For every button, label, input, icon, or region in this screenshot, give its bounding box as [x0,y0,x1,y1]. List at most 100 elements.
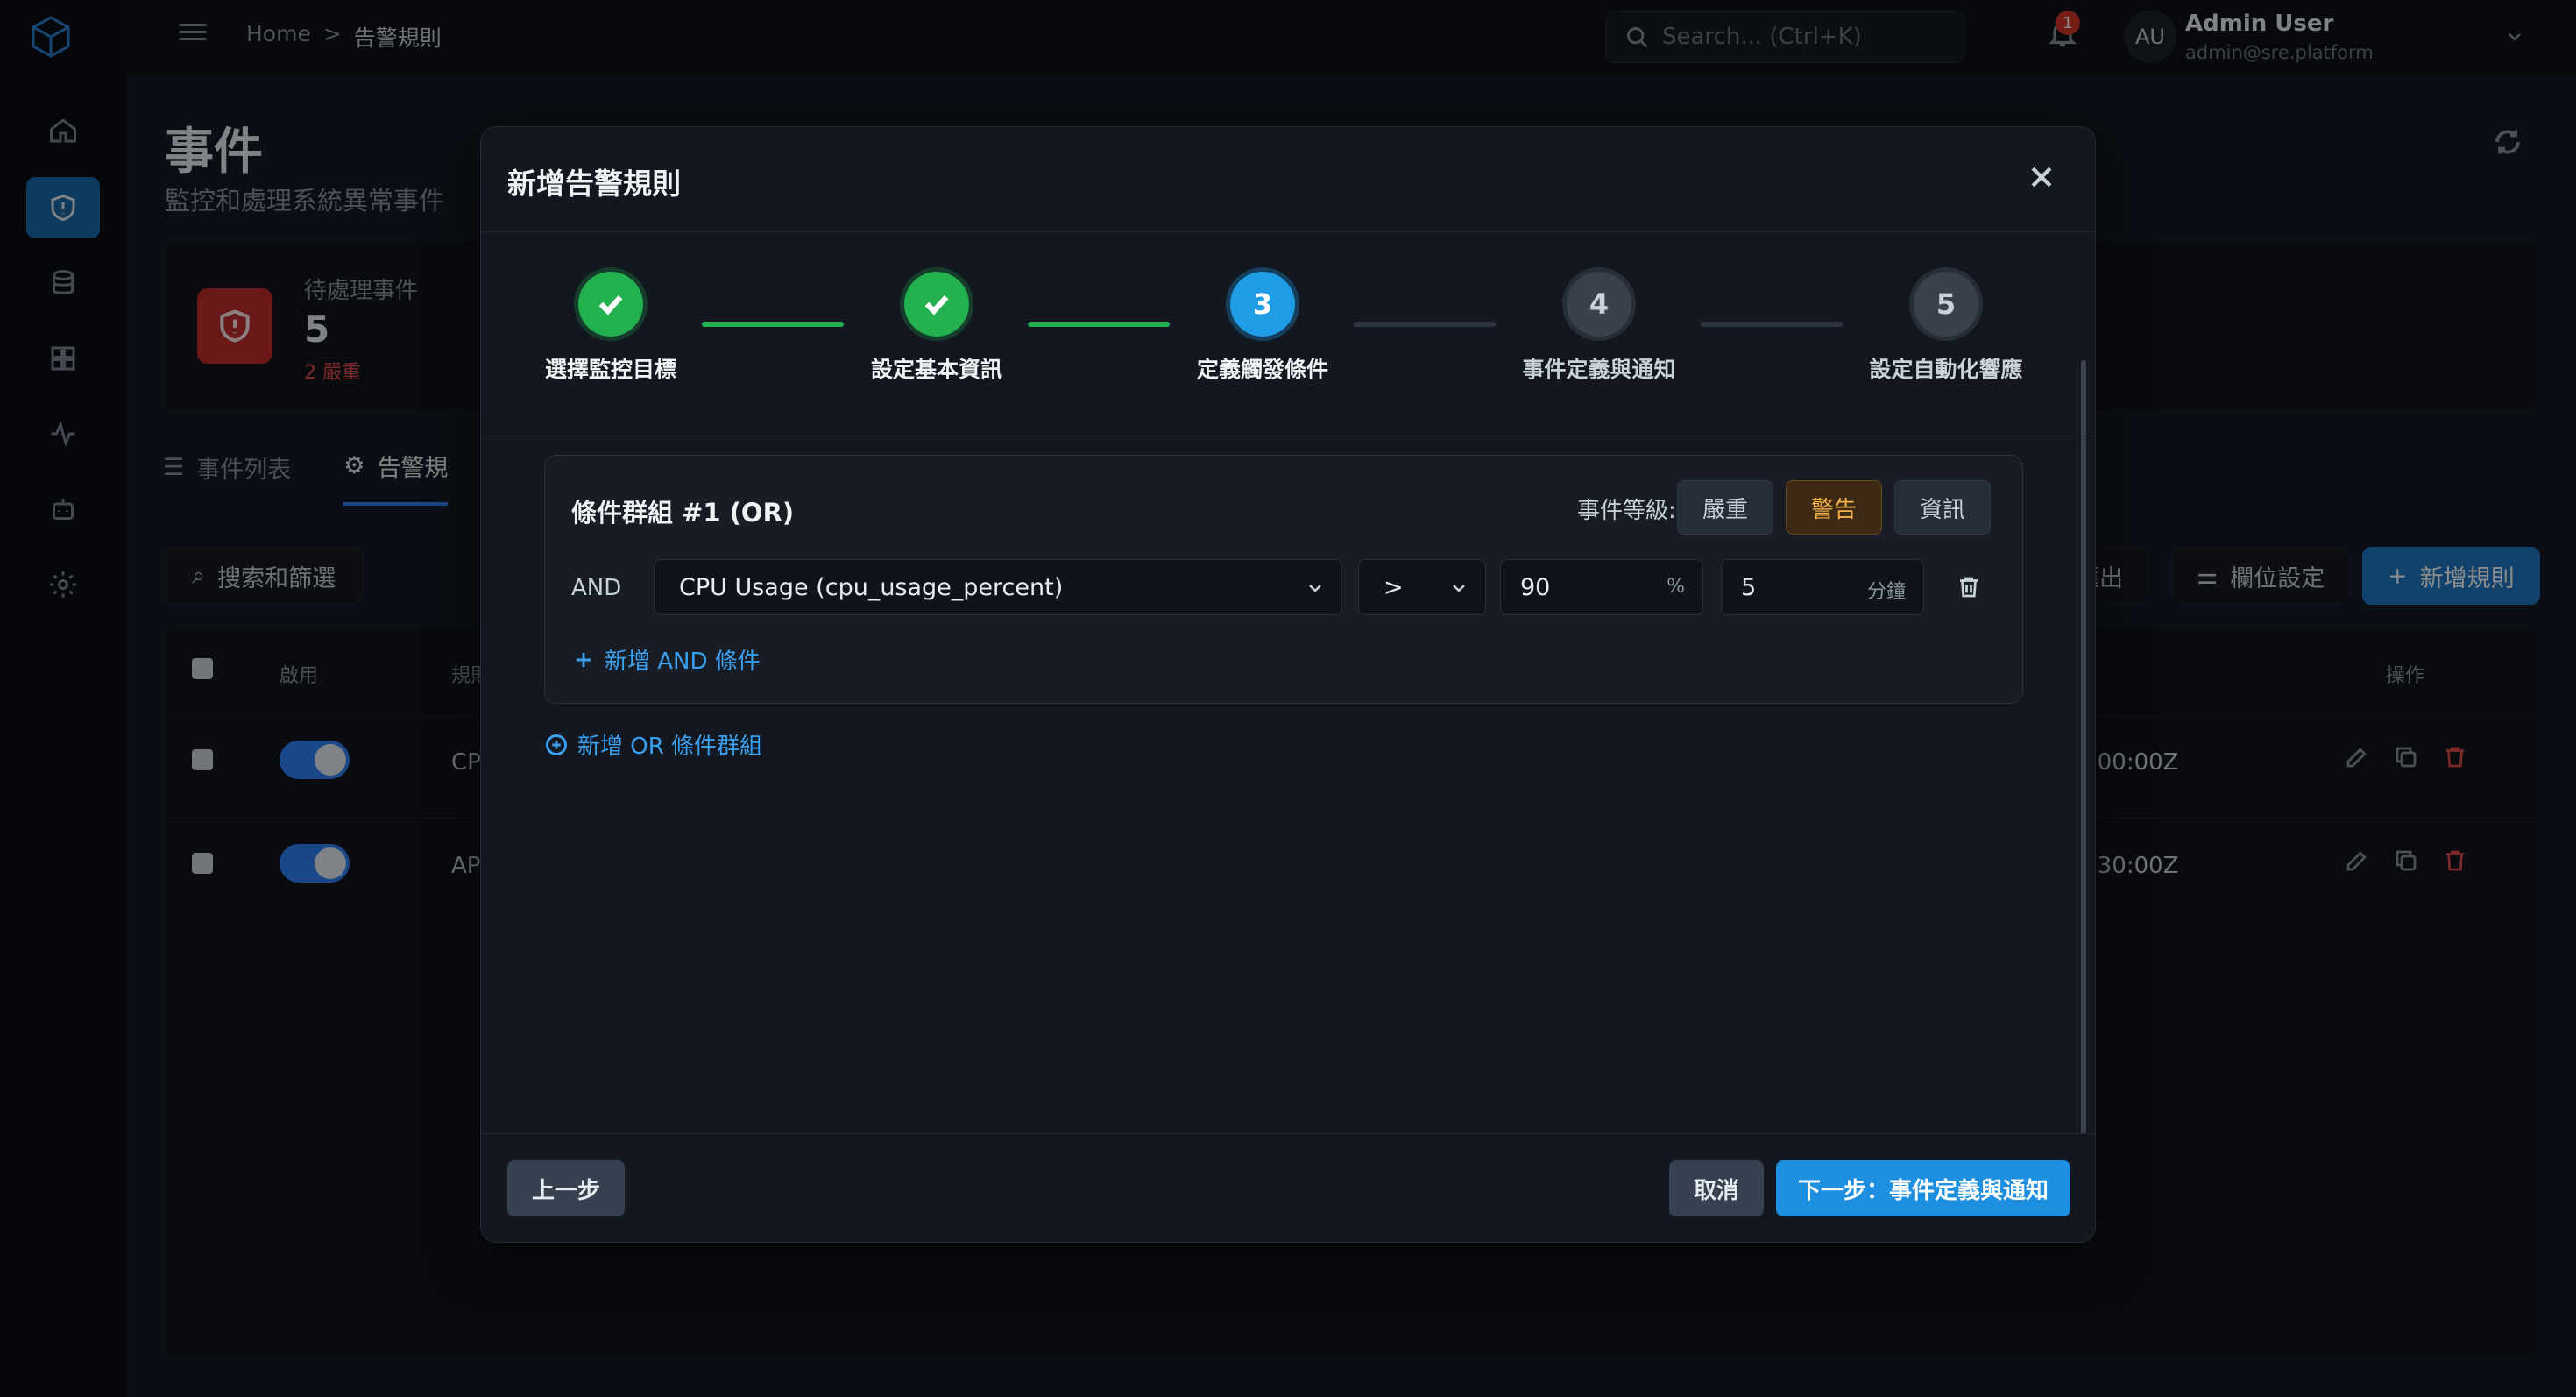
sidebar-database-icon[interactable] [26,252,100,314]
copy-icon[interactable] [2393,847,2419,874]
step-5[interactable]: 5 設定自動化響應 [1841,272,2051,384]
edit-icon[interactable] [2344,744,2370,770]
tab-incident-list[interactable]: ☰ 事件列表 [163,449,291,506]
add-or-label: 新增 OR 條件群組 [577,734,763,760]
sidebar-bot-icon[interactable] [26,479,100,540]
operator-value: > [1384,573,1404,601]
page-tabs: ☰ 事件列表 ⚙ 告警規 [163,449,449,506]
close-icon[interactable] [2027,162,2056,192]
breadcrumb-current: 告警規則 [353,25,442,51]
step-4[interactable]: 4 事件定義與通知 [1494,272,1704,384]
shield-alert-icon [197,288,272,364]
operator-select[interactable]: > [1358,559,1486,615]
check-icon [578,272,643,337]
severity-warning-button[interactable]: 警告 [1786,480,1882,535]
step-2[interactable]: 設定基本資訊 [832,272,1042,384]
delete-icon[interactable] [2442,847,2468,874]
cube-logo-icon[interactable] [26,12,75,61]
page-title: 事件 [165,124,263,181]
chevron-down-icon [1453,585,1465,592]
threshold-unit: % [1667,576,1685,598]
tab-label: 事件列表 [196,457,292,484]
row-checkbox[interactable] [192,749,213,770]
plus-icon: + [2388,562,2408,590]
user-email: admin@sre.platform [2185,42,2374,63]
select-all-checkbox[interactable] [192,658,213,679]
avatar[interactable]: AU [2124,11,2176,63]
rule-time: :00:00Z [2090,749,2179,776]
sidebar-home-icon[interactable] [26,100,100,161]
delete-icon[interactable] [2442,744,2468,770]
prev-step-button[interactable]: 上一步 [507,1160,625,1216]
list-icon: ☰ [163,454,185,481]
rule-name[interactable]: AP [451,853,480,879]
edit-icon[interactable] [2344,847,2370,874]
sidebar-activity-icon[interactable] [26,403,100,464]
threshold-value: 90 [1520,573,1551,601]
chevron-down-icon[interactable] [2504,26,2525,47]
col-actions: 操作 [2386,665,2425,687]
notification-badge: 1 [2056,11,2080,35]
copy-icon[interactable] [2393,744,2419,770]
refresh-icon[interactable] [2492,126,2523,158]
step-number: 4 [1567,272,1631,337]
step-label: 定義觸發條件 [1196,357,1328,382]
add-alert-rule-modal: 新增告警規則 選擇監控目標 設定基本資訊 3 定義觸發條件 4 事件定義與通知 … [480,126,2096,1243]
breadcrumb-home[interactable]: Home [246,21,311,53]
add-and-condition-button[interactable]: 新增 AND 條件 [571,643,761,676]
user-name: Admin User [2185,11,2334,37]
add-rule-button[interactable]: + 新增規則 [2362,547,2540,605]
threshold-input[interactable]: 90 % [1500,559,1703,615]
sliders-icon: ⚌ [2197,562,2219,590]
duration-input[interactable]: 5 分鐘 [1721,559,1924,615]
trash-icon[interactable] [1956,573,1982,601]
sidebar-dashboard-icon[interactable] [26,328,100,389]
step-label: 設定基本資訊 [870,357,1002,382]
search-input[interactable]: Search... (Ctrl+K) [1605,11,1964,63]
plus-circle-icon [546,734,567,755]
add-and-label: 新增 AND 條件 [605,649,761,675]
tab-alert-rules[interactable]: ⚙ 告警規 [343,449,449,506]
menu-icon[interactable] [179,19,207,46]
step-label: 選擇監控目標 [544,357,676,382]
modal-footer: 上一步 取消 下一步：事件定義與通知 [481,1133,2095,1242]
next-step-button[interactable]: 下一步：事件定義與通知 [1776,1160,2070,1216]
logic-label: AND [571,575,622,601]
step-3[interactable]: 3 定義觸發條件 [1157,272,1368,384]
severity-label: 事件等級: [1577,498,1676,524]
column-settings-button[interactable]: ⚌ 欄位設定 [2171,547,2351,605]
metric-select[interactable]: CPU Usage (cpu_usage_percent) [654,559,1342,615]
stat-sub: 2 嚴重 [304,362,361,384]
row-checkbox[interactable] [192,853,213,874]
rule-name[interactable]: CP [451,749,481,776]
search-icon: ⌕ [192,562,206,589]
step-connector [1354,322,1496,327]
sidebar-settings-icon[interactable] [26,554,100,615]
enable-toggle[interactable] [280,844,350,883]
modal-scrollbar[interactable] [2081,360,2086,1188]
page-subtitle: 監控和處理系統異常事件 [165,186,445,216]
topbar: Home > 告警規則 Search... (Ctrl+K) 1 AU Admi… [128,0,2576,75]
stat-label: 待處理事件 [304,278,419,304]
step-connector [1028,322,1170,327]
enable-toggle[interactable] [280,741,350,779]
severity-critical-button[interactable]: 嚴重 [1677,480,1773,535]
cancel-button[interactable]: 取消 [1669,1160,1764,1216]
step-connector [1701,322,1843,327]
add-or-group-button[interactable]: 新增 OR 條件群組 [544,728,762,761]
search-placeholder: Search... (Ctrl+K) [1662,24,1862,50]
column-settings-label: 欄位設定 [2230,564,2325,592]
step-connector [702,322,844,327]
duration-unit: 分鐘 [1866,581,1906,603]
search-icon [1627,27,1648,48]
step-number: 5 [1914,272,1978,337]
step-1[interactable]: 選擇監控目標 [506,272,716,384]
duration-value: 5 [1741,573,1757,601]
step-number: 3 [1230,272,1295,337]
sidebar-incidents-icon[interactable] [26,177,100,238]
wizard-stepper: 選擇監控目標 設定基本資訊 3 定義觸發條件 4 事件定義與通知 5 設定自動化… [481,233,2095,436]
tab-label: 告警規 [377,455,449,482]
filter-button[interactable]: ⌕ 搜索和篩選 [163,547,364,605]
condition-group: 條件群組 #1 (OR) 事件等級: 嚴重 警告 資訊 AND CPU Usag… [544,455,2023,704]
severity-info-button[interactable]: 資訊 [1894,480,1991,535]
